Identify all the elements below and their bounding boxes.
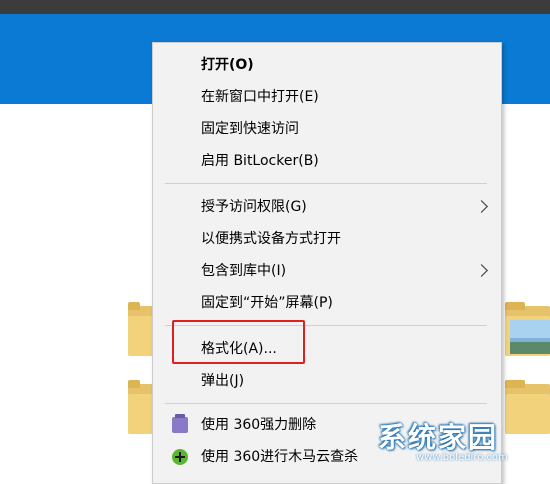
menu-item-open-as-portable[interactable]: 以便携式设备方式打开 <box>154 223 500 255</box>
menu-item-enable-bitlocker[interactable]: 启用 BitLocker(B) <box>154 145 500 177</box>
menu-item-pin-to-start[interactable]: 固定到“开始”屏幕(P) <box>154 287 500 319</box>
chevron-right-icon <box>475 264 488 277</box>
menu-item-label: 打开(O) <box>201 57 254 73</box>
watermark-logo: 系统家园 www.bolediro.com <box>378 416 550 464</box>
menu-item-include-in-library[interactable]: 包含到库中(I) <box>154 255 500 287</box>
menu-item-eject[interactable]: 弹出(J) <box>154 365 500 397</box>
menu-item-label: 授予访问权限(G) <box>201 199 307 215</box>
menu-separator <box>165 183 487 184</box>
menu-item-label: 弹出(J) <box>201 373 245 389</box>
menu-separator <box>165 403 487 404</box>
title-bar <box>0 0 550 14</box>
menu-item-label: 以便携式设备方式打开 <box>201 231 341 247</box>
watermark-text: 系统家园 <box>378 421 499 454</box>
folder-icon[interactable] <box>128 380 154 434</box>
menu-item-label: 固定到快速访问 <box>201 121 299 137</box>
menu-item-label: 使用 360进行木马云查杀 <box>201 449 359 465</box>
menu-item-label: 使用 360强力删除 <box>201 417 317 433</box>
menu-item-open-new-window[interactable]: 在新窗口中打开(E) <box>154 81 500 113</box>
watermark-url: www.bolediro.com <box>416 452 508 463</box>
menu-item-label: 启用 BitLocker(B) <box>201 153 319 169</box>
folder-icon[interactable] <box>128 302 154 356</box>
menu-item-label: 固定到“开始”屏幕(P) <box>201 295 333 311</box>
menu-item-label: 包含到库中(I) <box>201 263 287 279</box>
menu-item-pin-quick-access[interactable]: 固定到快速访问 <box>154 113 500 145</box>
shredder-icon <box>172 414 188 433</box>
menu-item-open[interactable]: 打开(O) <box>154 49 500 81</box>
menu-item-give-access[interactable]: 授予访问权限(G) <box>154 191 500 223</box>
360-shield-icon <box>172 449 188 465</box>
menu-item-label: 在新窗口中打开(E) <box>201 89 319 105</box>
chevron-right-icon <box>475 200 488 213</box>
image-thumbnail <box>510 320 550 354</box>
format-highlight-box <box>172 320 305 364</box>
